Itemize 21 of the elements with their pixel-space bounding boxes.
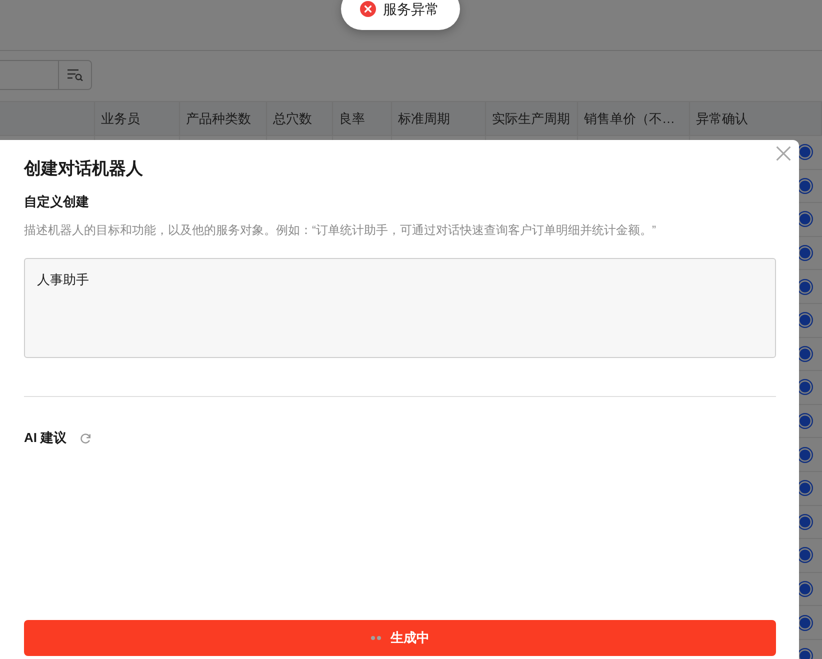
column-header: 良率 [339,110,365,128]
column-header: 销售单价（不… [584,110,675,128]
column-header: 实际生产周期 [492,110,570,128]
column-header: 产品种类数 [186,110,251,128]
column-header: 总穴数 [273,110,312,128]
filter-search-button[interactable] [58,60,92,90]
loading-icon [370,636,380,640]
column-header: 业务员 [101,110,140,128]
column-header: 标准周期 [398,110,450,128]
toast-message: 服务异常 [383,0,439,18]
section-title: 自定义创建 [24,193,90,211]
search-field[interactable] [0,60,58,90]
ai-suggestion-title: AI 建议 [24,429,67,447]
close-icon [776,146,791,161]
generate-button[interactable]: 生成中 [24,620,776,656]
filter-search-icon [67,69,83,81]
description-text: 描述机器人的目标和功能，以及他的服务对象。例如：“订单统计助手，可通过对话快速查询客户订单明细并统计金额。” [24,222,657,239]
dialog-title: 创建对话机器人 [24,158,144,180]
refresh-icon[interactable] [80,432,91,444]
prompt-textarea[interactable]: 人事助手 [24,258,776,358]
column-header: 异常确认 [696,110,748,128]
